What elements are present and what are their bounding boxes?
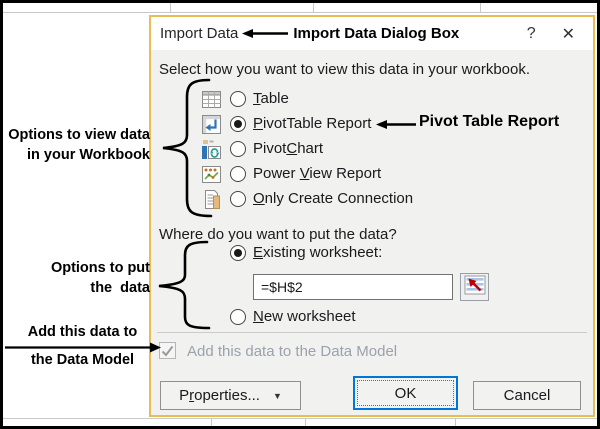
option-label: Power View Report	[253, 165, 381, 182]
cell-reference-input[interactable]	[253, 274, 453, 300]
annotation-line: Options to put	[3, 258, 150, 278]
import-data-dialog: Import Data Import Data Dialog Box ? ✕ S…	[149, 15, 595, 417]
grid-line	[170, 3, 171, 12]
radio-button[interactable]	[230, 191, 246, 207]
grid-line	[305, 418, 306, 428]
grid-line	[3, 12, 597, 13]
separator-line	[157, 332, 587, 333]
radio-option-existing-worksheet[interactable]: Existing worksheet:	[151, 241, 593, 266]
annotation-line: in your Workbook	[3, 145, 150, 165]
radio-button[interactable]	[230, 245, 246, 261]
data-model-annotation: Add this data to	[6, 324, 159, 340]
data-model-annotation-line2: the Data Model	[6, 352, 159, 368]
radio-button[interactable]	[230, 166, 246, 182]
radio-button[interactable]	[230, 141, 246, 157]
grid-line	[480, 3, 481, 12]
radio-option-power-view-report[interactable]: Power View Report	[151, 162, 593, 187]
dialog-titlebar: Import Data Import Data Dialog Box ? ✕	[151, 17, 593, 50]
annotation-line: the data	[3, 278, 150, 298]
title-annotation-arrow	[242, 27, 288, 40]
chevron-down-icon: ▼	[273, 391, 282, 401]
screenshot-frame: Import Data Import Data Dialog Box ? ✕ S…	[0, 0, 600, 429]
select-prompt: Select how you want to view this data in…	[159, 61, 530, 78]
radio-option-new-worksheet[interactable]: New worksheet	[151, 305, 593, 330]
data-model-checkbox-label: Add this data to the Data Model	[187, 343, 397, 360]
grid-line	[455, 418, 456, 428]
option-label: New worksheet	[253, 308, 356, 325]
radio-option-pivotchart[interactable]: PivotChart	[151, 137, 593, 162]
grid-line	[3, 418, 597, 419]
radio-button[interactable]	[230, 116, 246, 132]
put-options-brace	[151, 239, 211, 331]
option-label: Only Create Connection	[253, 190, 413, 207]
grid-line	[211, 418, 212, 428]
put-options-annotation: Options to put the data	[3, 258, 150, 298]
data-model-checkbox[interactable]	[159, 342, 176, 359]
close-button[interactable]: ✕	[562, 24, 575, 44]
radio-option-pivottable-report[interactable]: PivotTable Report Pivot Table Report	[151, 112, 593, 137]
grid-line	[313, 3, 314, 12]
ok-button[interactable]: OK	[353, 376, 458, 410]
annotation-line: Options to view data	[3, 125, 150, 145]
pivot-annotation-arrow	[376, 118, 416, 131]
dialog-title: Import Data	[160, 25, 238, 42]
properties-button[interactable]: Properties... ▼	[160, 381, 301, 410]
check-icon	[161, 345, 174, 357]
collapse-dialog-button[interactable]	[460, 273, 489, 301]
grid-line	[597, 12, 598, 419]
view-options-annotation: Options to view data in your Workbook	[3, 125, 150, 165]
option-label: Table	[253, 90, 289, 107]
range-selector-icon	[464, 275, 486, 300]
pivot-annotation-label: Pivot Table Report	[419, 113, 559, 131]
properties-label: Properties...	[179, 387, 260, 404]
help-button[interactable]: ?	[527, 25, 536, 43]
option-label: Existing worksheet:	[253, 244, 382, 261]
title-annotation-label: Import Data Dialog Box	[293, 25, 459, 42]
option-label: PivotTable Report	[253, 115, 371, 132]
radio-option-table[interactable]: Table	[151, 87, 593, 112]
view-options-brace	[155, 77, 213, 219]
radio-button[interactable]	[230, 309, 246, 325]
option-label: PivotChart	[253, 140, 323, 157]
radio-button[interactable]	[230, 91, 246, 107]
radio-option-only-create-connection[interactable]: Only Create Connection	[151, 187, 593, 212]
annotation-line: the Data Model	[6, 352, 159, 368]
cancel-button[interactable]: Cancel	[473, 381, 581, 410]
annotation-line: Add this data to	[6, 324, 159, 340]
